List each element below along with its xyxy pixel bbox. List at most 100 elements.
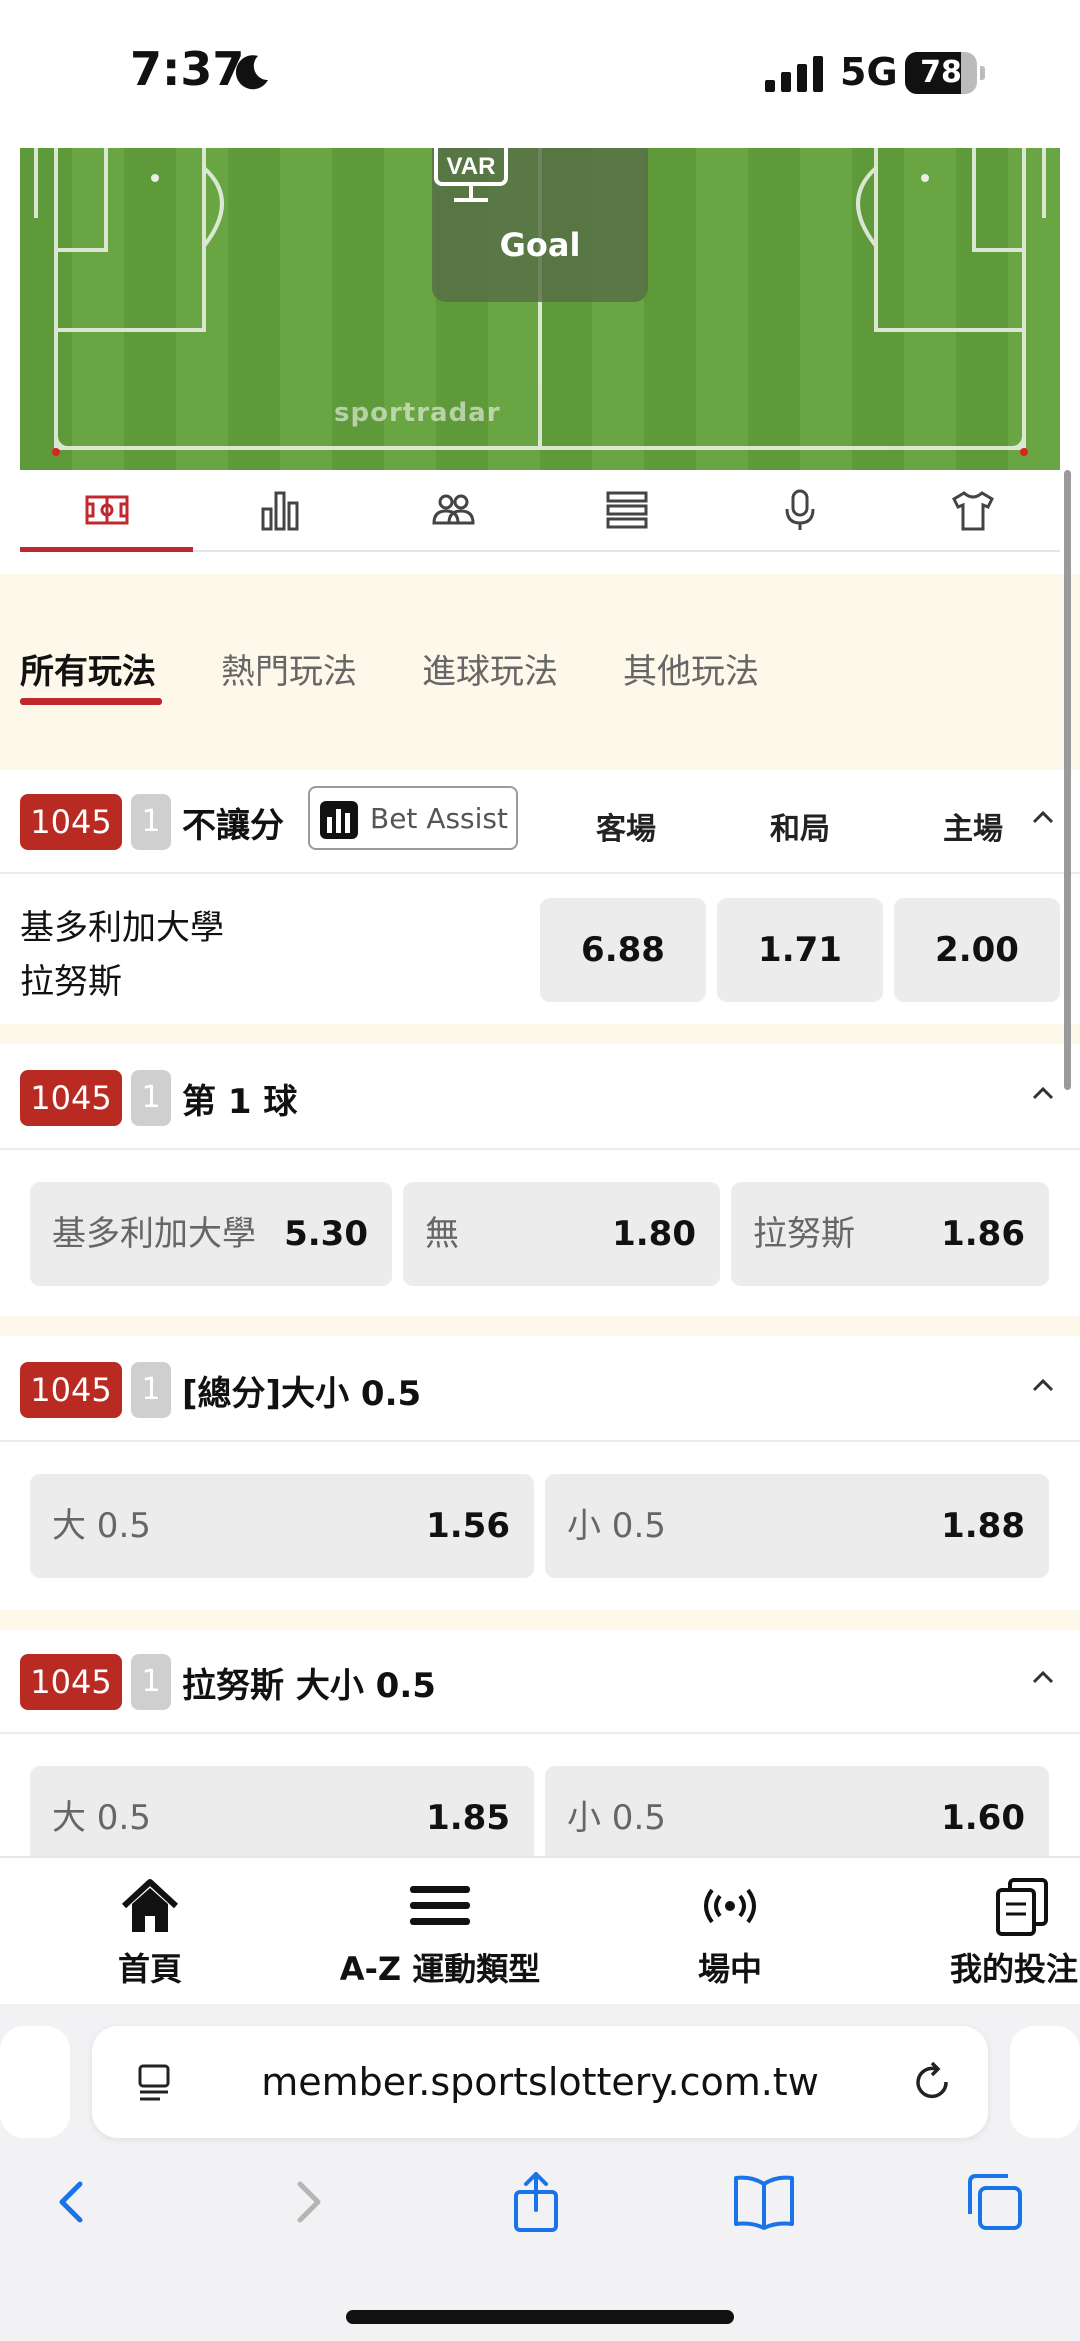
nav-label: 首頁 [117,1950,182,1988]
scrollbar[interactable] [1064,470,1071,1090]
nav-live[interactable]: 場中 [670,1876,790,1990]
team-away: 基多利加大學 [20,908,224,948]
column-home: 主場 [943,812,1003,847]
odds-button-under[interactable]: 小 0.5 1.60 [545,1766,1049,1856]
tab-commentary[interactable] [713,470,886,550]
market-body-first-goal: 基多利加大學 5.30 無 1.80 拉努斯 1.86 [0,1152,1080,1316]
odds-button-first-goal-away[interactable]: 基多利加大學 5.30 [30,1182,392,1286]
tab-other-markets[interactable]: 其他玩法 [623,644,759,693]
market-title: 第 1 球 [182,1082,298,1122]
market-title: 不讓分 [182,806,284,846]
period-badge: 1 [131,1070,171,1126]
tab-pitch[interactable] [20,470,194,552]
chevron-up-icon[interactable] [1030,808,1056,826]
nav-label: 場中 [697,1950,762,1988]
tab-table[interactable] [540,470,713,550]
market-title: 拉努斯 大小 0.5 [182,1666,436,1706]
players-icon [432,494,475,525]
option-label: 拉努斯 [753,1214,855,1254]
odds-value: 1.85 [426,1798,510,1838]
active-tab-indicator [20,698,162,705]
bottom-navigation: 首頁 A-Z 運動類型 場中 我的投注 [0,1856,1080,2004]
address-bar[interactable]: member.sportslottery.com.tw [92,2026,988,2138]
odds-button-home[interactable]: 2.00 [894,898,1060,1002]
chevron-up-icon[interactable] [1030,1376,1056,1394]
market-separator [0,1316,1080,1336]
odds-button-over[interactable]: 大 0.5 1.85 [30,1766,534,1856]
chevron-up-icon[interactable] [1030,1668,1056,1686]
market-body-moneyline: 基多利加大學 拉努斯 6.88 1.71 2.00 [0,876,1080,1024]
match-code-badge: 1045 [20,1654,122,1710]
tabs-icon[interactable] [962,2170,1026,2234]
odds-value: 2.00 [935,930,1019,970]
market-header-total-goals[interactable]: 1045 1 [總分]大小 0.5 [0,1338,1080,1442]
nav-home[interactable]: 首頁 [90,1876,210,1990]
option-label: 小 0.5 [567,1798,666,1838]
market-header-first-goal[interactable]: 1045 1 第 1 球 [0,1046,1080,1150]
option-label: 基多利加大學 [52,1214,256,1254]
tab-goal-markets[interactable]: 進球玩法 [422,644,558,693]
tab-stats[interactable] [193,470,366,550]
jersey-icon [952,491,995,531]
bet-assist-label: Bet Assist [370,802,508,835]
nav-label: A-Z 運動類型 [339,1950,541,1988]
forward-arrow-icon[interactable] [276,2170,340,2234]
option-label: 大 0.5 [52,1506,151,1546]
provider-logo: sportradar [334,398,501,428]
odds-button-first-goal-none[interactable]: 無 1.80 [403,1182,720,1286]
tab-team[interactable] [887,470,1060,550]
market-separator [0,1610,1080,1630]
event-label: Goal [499,226,581,264]
list-icon [606,491,648,529]
odds-button-over[interactable]: 大 0.5 1.56 [30,1474,534,1578]
market-title: [總分]大小 0.5 [182,1374,422,1414]
nav-label: 我的投注 [950,1950,1079,1988]
previous-tab-preview[interactable] [0,2026,70,2138]
url-text: member.sportslottery.com.tw [261,2060,819,2104]
market-header-team-total[interactable]: 1045 1 拉努斯 大小 0.5 [0,1630,1080,1734]
nav-sports-az[interactable]: A-Z 運動類型 [320,1876,560,1990]
bar-chart-icon [261,491,299,531]
match-tracker-pitch: VAR Goal sportradar [20,148,1060,470]
market-header-moneyline[interactable]: 1045 1 不讓分 Bet Assist 客場 和局 主場 [0,770,1080,874]
live-broadcast-icon [704,1888,756,1924]
period-badge: 1 [131,1362,171,1418]
menu-icon [410,1886,470,1925]
odds-value: 1.71 [758,930,842,970]
market-category-tabs: 所有玩法 熱門玩法 進球玩法 其他玩法 [0,574,1080,770]
nav-my-bets[interactable]: 我的投注 [950,1876,1080,1990]
period-badge: 1 [131,1654,171,1710]
signal-icon [765,56,823,92]
odds-button-away[interactable]: 6.88 [540,898,706,1002]
home-icon [121,1879,179,1932]
odds-button-draw[interactable]: 1.71 [717,898,883,1002]
odds-value: 6.88 [581,930,665,970]
var-monitor-icon: VAR [434,148,508,202]
odds-value: 5.30 [284,1214,368,1254]
tab-all-markets[interactable]: 所有玩法 [20,644,156,693]
match-code-badge: 1045 [20,1362,122,1418]
var-text: VAR [447,153,496,180]
clock: 7:37 [130,42,245,96]
tab-popular-markets[interactable]: 熱門玩法 [221,644,357,693]
market-body-total-goals: 大 0.5 1.56 小 0.5 1.88 [0,1444,1080,1610]
bookmarks-icon[interactable] [732,2170,796,2234]
match-code-badge: 1045 [20,1070,122,1126]
browser-toolbar: member.sportslottery.com.tw [0,2004,1080,2341]
column-away: 客場 [596,812,656,847]
tab-lineups[interactable] [367,470,540,550]
reload-icon[interactable] [910,2060,954,2104]
bet-assist-button[interactable]: Bet Assist [308,786,518,850]
option-label: 大 0.5 [52,1798,151,1838]
chevron-up-icon[interactable] [1030,1084,1056,1102]
next-tab-preview[interactable] [1010,2026,1080,2138]
back-arrow-icon[interactable] [40,2170,104,2234]
odds-button-first-goal-home[interactable]: 拉努斯 1.86 [731,1182,1049,1286]
share-icon[interactable] [504,2170,568,2234]
odds-button-under[interactable]: 小 0.5 1.88 [545,1474,1049,1578]
copy-documents-icon [996,1878,1048,1936]
odds-value: 1.80 [612,1214,696,1254]
period-badge: 1 [131,794,171,850]
market-separator [0,1024,1080,1044]
option-label: 小 0.5 [567,1506,666,1546]
